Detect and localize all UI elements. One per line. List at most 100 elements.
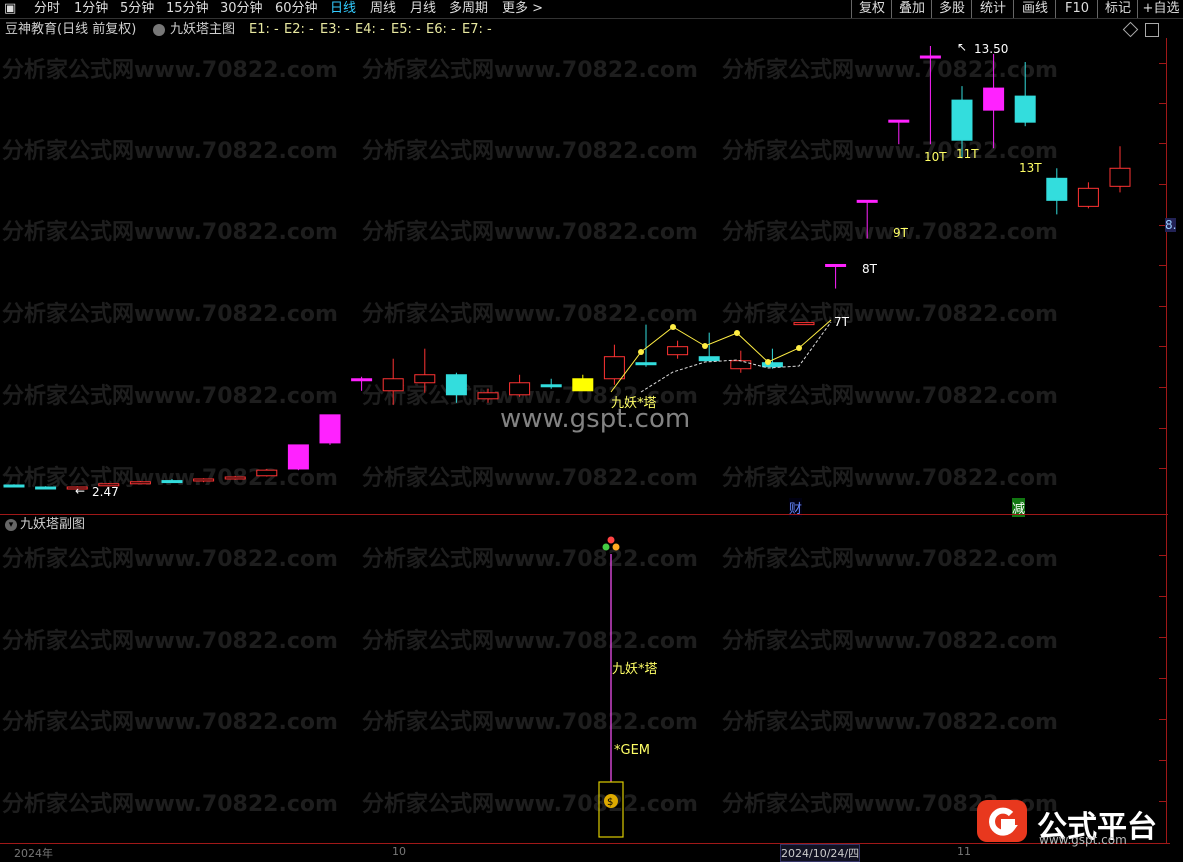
- trend-dot: [734, 330, 740, 336]
- tab-fenshi[interactable]: 分时: [34, 0, 60, 18]
- candle-body: [287, 444, 309, 470]
- high-price-label: 13.50: [974, 42, 1009, 56]
- candle-body: [730, 360, 752, 370]
- window-menu-icon[interactable]: ▣: [4, 0, 16, 18]
- candle-body: [35, 486, 57, 490]
- candle-body: [1109, 167, 1131, 187]
- candle-body: [603, 356, 625, 380]
- candle-body: [667, 346, 689, 356]
- candle-body: [319, 414, 341, 444]
- svg-text:$: $: [607, 797, 613, 808]
- candle-body: [3, 484, 25, 488]
- add-watchlist-button[interactable]: +自选: [1137, 0, 1183, 18]
- brand-logo: 公式平台 www.gspt.com: [975, 798, 1175, 847]
- date-label-year: 2024年: [14, 847, 53, 860]
- square-icon[interactable]: [1145, 23, 1159, 37]
- marker-9t: 9T: [893, 226, 908, 240]
- candle-body: [540, 384, 562, 388]
- high-arrow-icon: ↖: [957, 40, 968, 54]
- tab-multi-period[interactable]: 多周期: [449, 0, 488, 18]
- fuquan-button[interactable]: 复权: [851, 0, 892, 18]
- sub-chart-svg: $: [598, 536, 624, 838]
- tab-15min[interactable]: 15分钟: [166, 0, 209, 18]
- candle-body: [698, 356, 720, 362]
- date-label-10: 10: [392, 845, 406, 858]
- draw-line-button[interactable]: 画线: [1013, 0, 1056, 18]
- trend-dot: [796, 345, 802, 351]
- candle-body: [414, 374, 436, 384]
- stats-button[interactable]: 统计: [971, 0, 1014, 18]
- candle-body: [856, 199, 878, 203]
- marker-13t: 13T: [1019, 161, 1042, 175]
- tab-1min[interactable]: 1分钟: [74, 0, 108, 18]
- marker-10t: 10T: [924, 150, 947, 164]
- candle-body: [193, 478, 215, 482]
- candle-body: [477, 392, 499, 400]
- param-e2: E2: -: [284, 22, 314, 37]
- tab-more[interactable]: 更多 >: [502, 0, 543, 18]
- stock-title: 豆神教育(日线 前复权): [5, 22, 137, 37]
- multi-stock-button[interactable]: 多股: [931, 0, 972, 18]
- tab-monthly[interactable]: 月线: [410, 0, 436, 18]
- marker-7t: 7T: [834, 315, 849, 329]
- candle-body: [161, 480, 183, 484]
- candle-body: [919, 55, 941, 59]
- param-e7: E7: -: [462, 22, 492, 37]
- candle-body: [888, 119, 910, 123]
- tab-5min[interactable]: 5分钟: [120, 0, 154, 18]
- indicator-name[interactable]: 九妖塔主图: [170, 20, 235, 40]
- candle-body: [129, 481, 151, 485]
- param-e5: E5: -: [391, 22, 421, 37]
- candle-body: [1077, 187, 1099, 207]
- candle-body: [635, 362, 657, 366]
- candle-body: [825, 263, 847, 267]
- marker-11t: 11T: [956, 147, 979, 161]
- param-e1: E1: -: [249, 22, 279, 37]
- trend-dot: [670, 324, 676, 330]
- trend-dot: [638, 349, 644, 355]
- candle-body: [1046, 177, 1068, 201]
- right-axis-price: 8.: [1165, 218, 1177, 232]
- f10-button[interactable]: F10: [1055, 0, 1098, 18]
- date-label-11: 11: [957, 845, 971, 858]
- mark-button[interactable]: 标记: [1097, 0, 1138, 18]
- diamond-icon[interactable]: [1122, 21, 1139, 38]
- candle-body: [224, 476, 246, 480]
- fruit-icon: [607, 536, 615, 544]
- candle-body: [445, 374, 467, 396]
- trend-dot: [702, 343, 708, 349]
- gem-text: *GEM: [614, 743, 651, 758]
- low-arrow-icon: ←: [75, 484, 86, 498]
- brand-url: www.gspt.com: [1039, 833, 1127, 847]
- candle-body: [572, 378, 594, 392]
- candle-body: [256, 469, 278, 477]
- brand-g-icon: [977, 800, 1027, 842]
- candle-body: [951, 99, 973, 141]
- candle-body: [382, 378, 404, 392]
- signal-box: [598, 781, 624, 838]
- trend-dot: [765, 359, 771, 365]
- candle-body: [983, 87, 1005, 111]
- param-e4: E4: -: [355, 22, 385, 37]
- tab-daily[interactable]: 日线: [330, 0, 356, 18]
- overlay-button[interactable]: 叠加: [891, 0, 932, 18]
- center-watermark: www.gspt.com: [500, 404, 691, 434]
- tab-30min[interactable]: 30分钟: [220, 0, 263, 18]
- candle-body: [1014, 95, 1036, 123]
- param-e3: E3: -: [320, 22, 350, 37]
- chevron-down-icon[interactable]: [153, 24, 165, 36]
- candle-body: [509, 382, 531, 396]
- period-toolbar: ▣ 分时 1分钟 5分钟 15分钟 30分钟 60分钟 日线 周线 月线 多周期…: [0, 0, 1183, 19]
- candlestick-chart[interactable]: [0, 38, 1168, 514]
- date-axis: 2024年 10 2024/10/24/四 11: [0, 843, 1170, 862]
- upper-trend-line: [610, 319, 832, 393]
- date-cursor-label: 2024/10/24/四: [780, 844, 861, 862]
- candle-body: [793, 322, 815, 326]
- low-price-label: 2.47: [92, 485, 119, 499]
- tab-60min[interactable]: 60分钟: [275, 0, 318, 18]
- param-e6: E6: -: [426, 22, 456, 37]
- sub-signal-text: 九妖*塔: [612, 662, 658, 677]
- marker-8t: 8T: [862, 262, 877, 276]
- tab-weekly[interactable]: 周线: [370, 0, 396, 18]
- candle-body: [351, 378, 373, 382]
